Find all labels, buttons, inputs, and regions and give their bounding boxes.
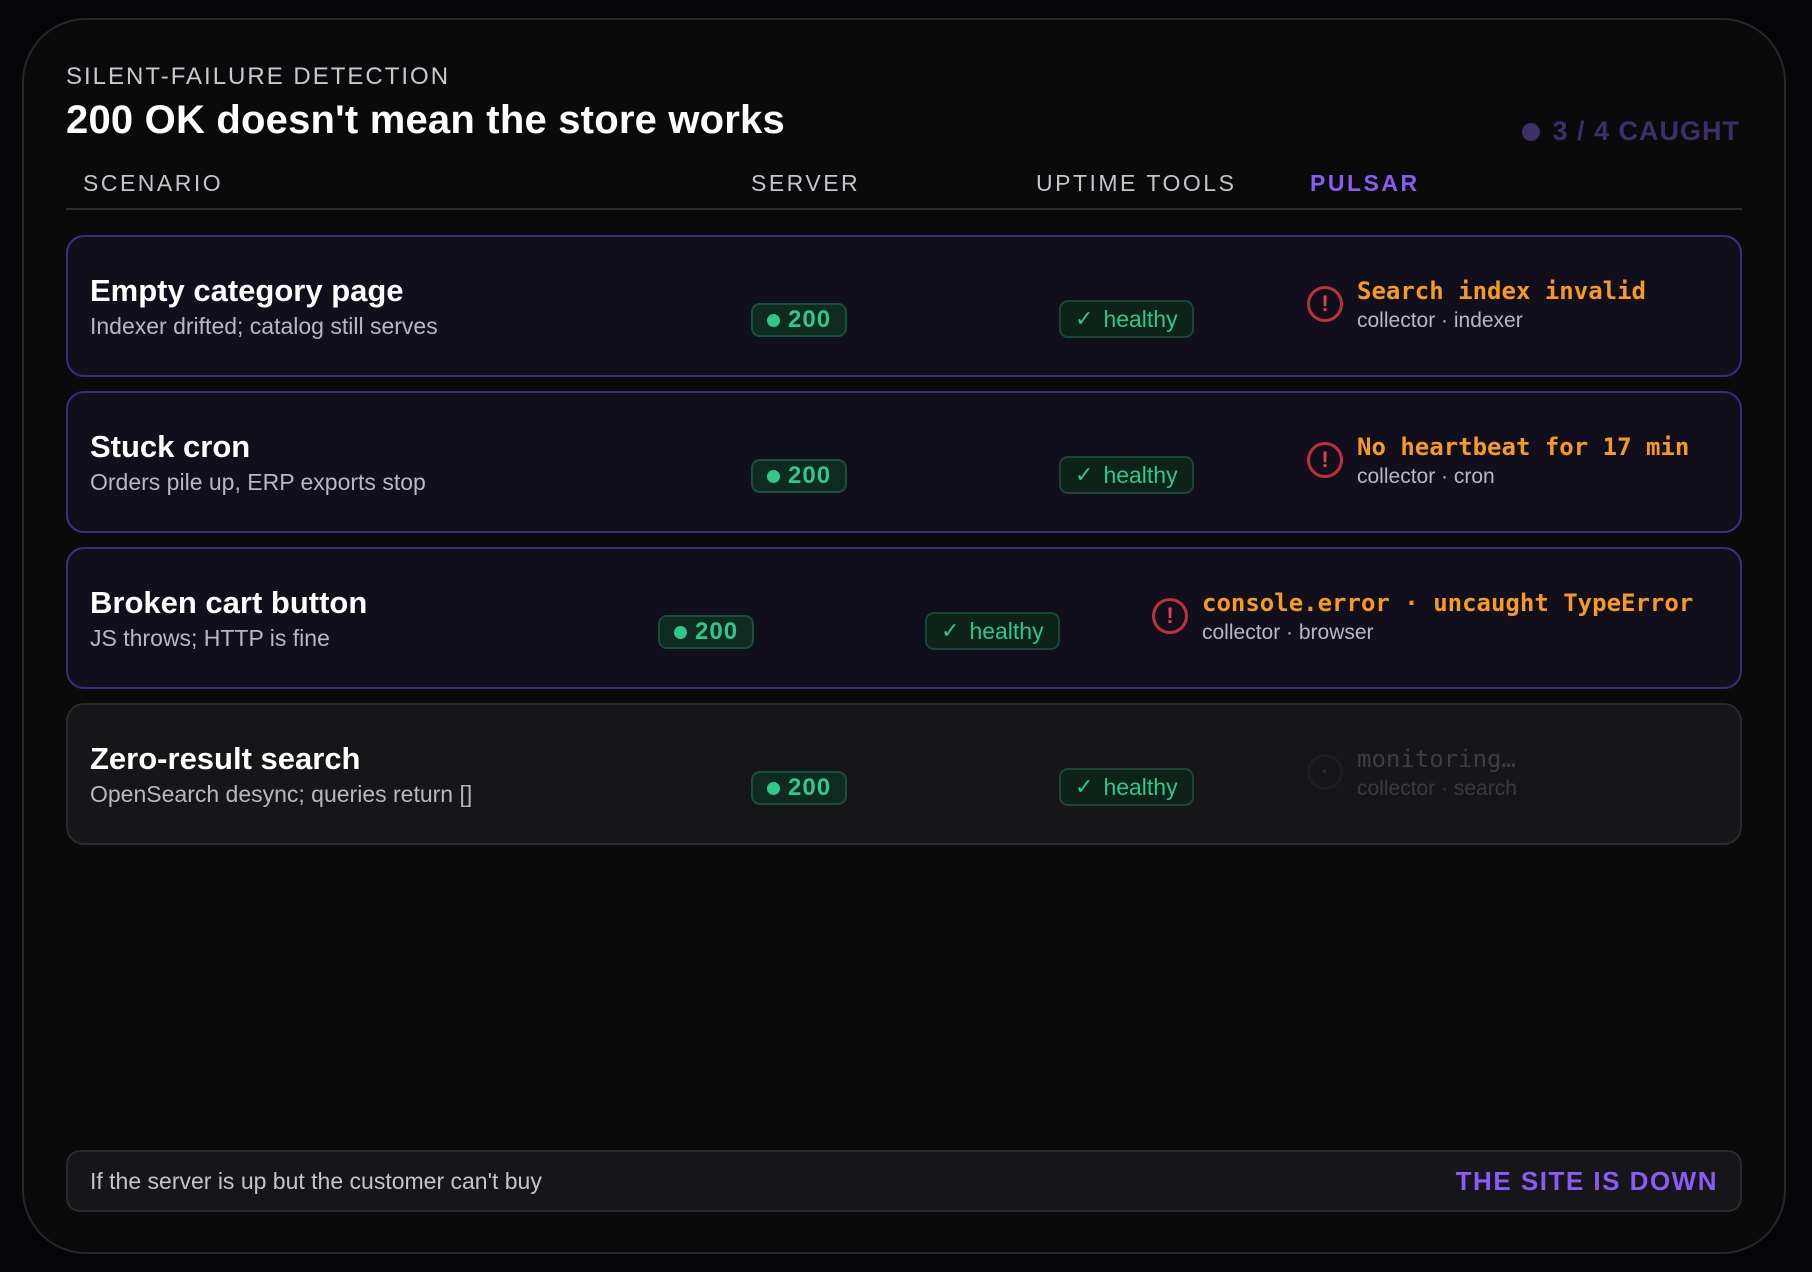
green-dot-icon: [674, 625, 687, 639]
scenario-title: Empty category page: [90, 273, 404, 308]
scenario-row[interactable]: Broken cart button JS throws; HTTP is fi…: [66, 547, 1742, 689]
uptime-status-badge: ✓ healthy: [1059, 300, 1194, 338]
green-dot-icon: [767, 469, 780, 483]
alert-icon: !: [1152, 598, 1188, 634]
page-title: 200 OK doesn't mean the store works: [66, 98, 785, 142]
pending-icon: ·: [1307, 754, 1343, 790]
check-icon: ✓: [1075, 462, 1094, 487]
pulsar-collector: collector · indexer: [1357, 309, 1523, 332]
server-status-badge: 200: [751, 459, 848, 493]
server-status-code: 200: [695, 618, 739, 645]
scenario-row[interactable]: Zero-result search OpenSearch desync; qu…: [66, 703, 1742, 845]
alert-icon: !: [1307, 442, 1343, 478]
pulsar-alert-title: Search index invalid: [1357, 277, 1646, 305]
pulsar-alert-title: console.error · uncaught TypeError: [1202, 589, 1694, 617]
column-scenario: SCENARIO: [83, 170, 224, 196]
pulsar-collector: collector · cron: [1357, 465, 1495, 488]
scenario-title: Zero-result search: [90, 741, 361, 776]
green-dot-icon: [767, 313, 780, 327]
uptime-status-label: healthy: [1103, 305, 1178, 332]
scenario-row[interactable]: Stuck cron Orders pile up, ERP exports s…: [66, 391, 1742, 533]
status-dot-icon: [1522, 122, 1541, 141]
table-header: SCENARIO SERVER UPTIME TOOLS PULSAR: [66, 168, 1742, 210]
check-icon: ✓: [1075, 774, 1094, 799]
check-icon: ✓: [941, 618, 960, 643]
green-dot-icon: [767, 781, 780, 795]
scenario-subtitle: JS throws; HTTP is fine: [90, 625, 330, 651]
server-status-code: 200: [788, 462, 832, 489]
scenario-subtitle: OpenSearch desync; queries return []: [90, 781, 473, 807]
footer-text: If the server is up but the customer can…: [90, 1168, 542, 1194]
footer-callout: If the server is up but the customer can…: [66, 1150, 1742, 1212]
alert-icon: !: [1307, 286, 1343, 322]
pulsar-alert-title: No heartbeat for 17 min: [1357, 433, 1690, 461]
uptime-status-label: healthy: [969, 617, 1044, 644]
scenario-title: Stuck cron: [90, 429, 251, 464]
pulsar-collector: collector · search: [1357, 777, 1517, 800]
caught-label: 3 / 4 CAUGHT: [1552, 116, 1740, 146]
pulsar-collector: collector · browser: [1202, 621, 1374, 644]
pulsar-monitoring-status: monitoring…: [1357, 745, 1516, 773]
column-uptime-tools: UPTIME TOOLS: [1036, 170, 1237, 196]
server-status-badge: 200: [658, 615, 755, 649]
section-eyebrow: SILENT-FAILURE DETECTION: [66, 63, 451, 90]
caught-counter: 3 / 4 CAUGHT: [1522, 116, 1740, 147]
scenario-row[interactable]: Empty category page Indexer drifted; cat…: [66, 235, 1742, 377]
column-pulsar: PULSAR: [1310, 170, 1420, 196]
scenario-subtitle: Orders pile up, ERP exports stop: [90, 469, 426, 495]
scenario-subtitle: Indexer drifted; catalog still serves: [90, 313, 438, 339]
column-server: SERVER: [751, 170, 861, 196]
uptime-status-badge: ✓ healthy: [925, 612, 1060, 650]
uptime-status-badge: ✓ healthy: [1059, 456, 1194, 494]
server-status-badge: 200: [751, 771, 848, 805]
scenario-title: Broken cart button: [90, 585, 368, 620]
server-status-code: 200: [788, 306, 832, 333]
uptime-status-label: healthy: [1103, 461, 1178, 488]
server-status-badge: 200: [751, 303, 848, 337]
check-icon: ✓: [1075, 306, 1094, 331]
uptime-status-badge: ✓ healthy: [1059, 768, 1194, 806]
server-status-code: 200: [788, 774, 832, 801]
footer-cta: THE SITE IS DOWN: [1455, 1166, 1718, 1196]
uptime-status-label: healthy: [1103, 773, 1178, 800]
